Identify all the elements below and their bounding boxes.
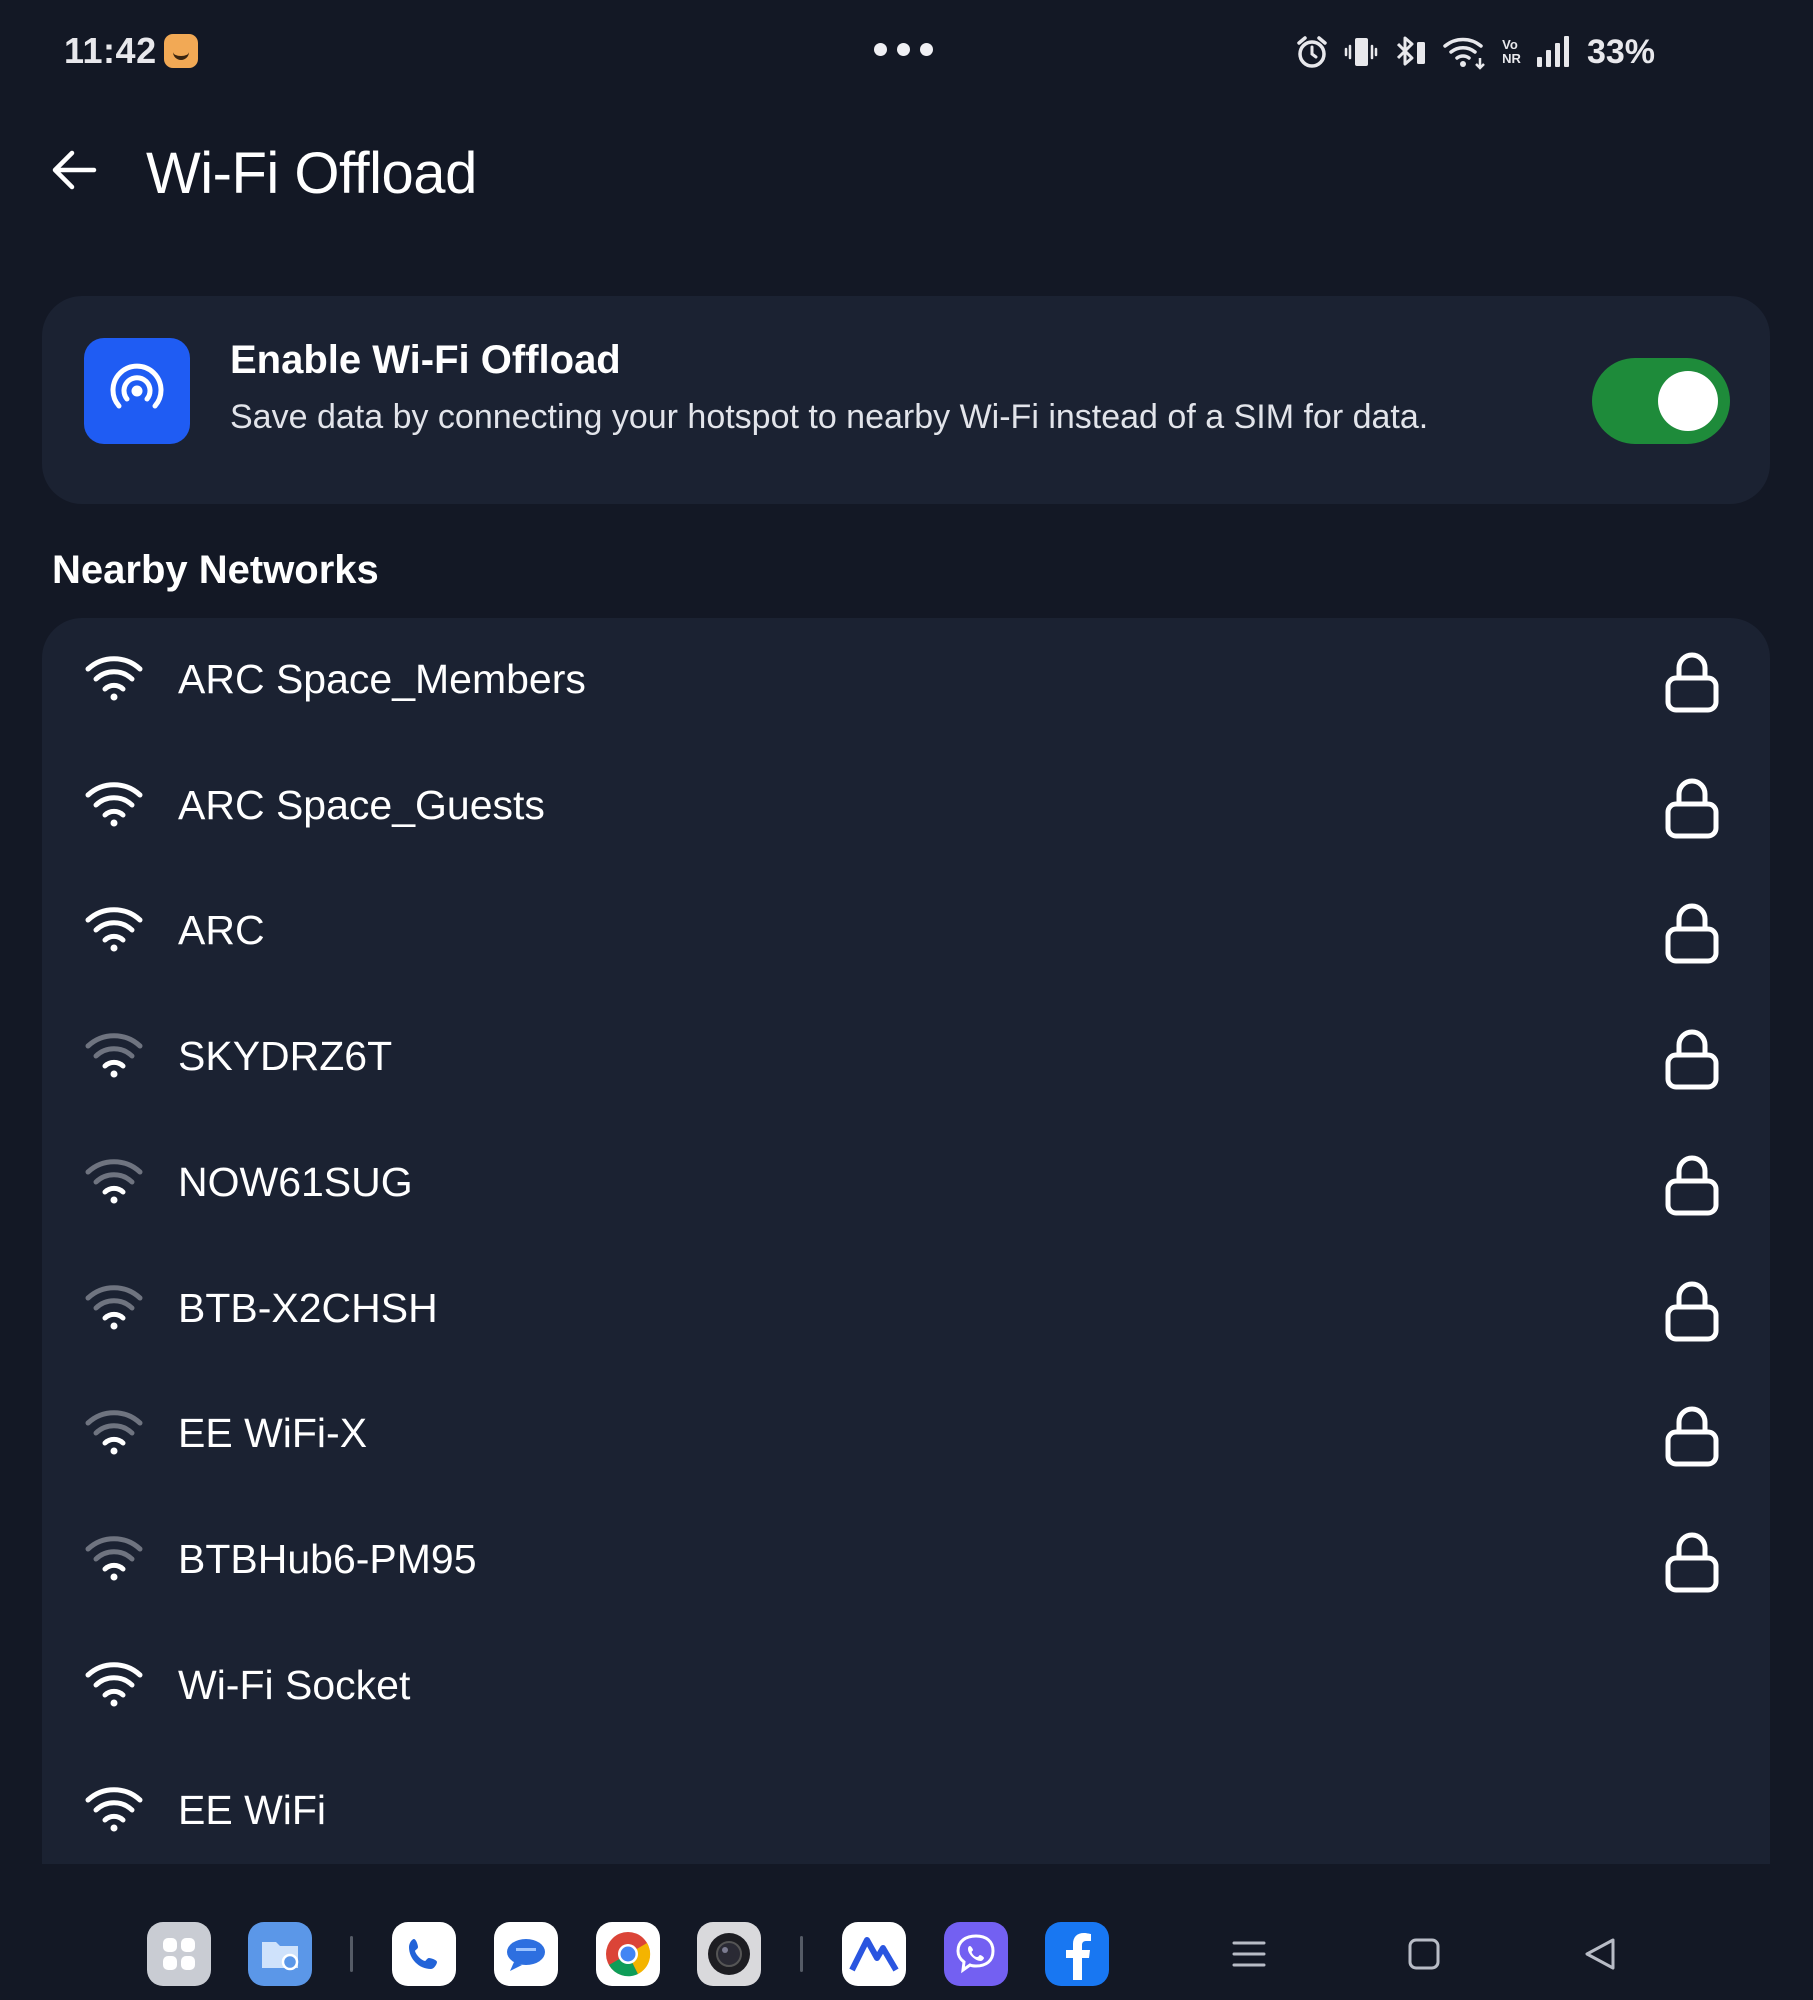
- wifi-weak-icon: [84, 1406, 144, 1456]
- bluetooth-battery-icon: [1392, 34, 1428, 70]
- enable-description: Save data by connecting your hotspot to …: [230, 398, 1429, 436]
- notification-app-icon: [164, 34, 198, 68]
- wifi-weak-icon: [84, 1281, 144, 1331]
- back-button[interactable]: [44, 140, 104, 200]
- network-row[interactable]: BTBHub6-PM95: [42, 1498, 1770, 1624]
- recents-icon[interactable]: [1225, 1930, 1273, 1978]
- lock-icon: [1664, 650, 1720, 714]
- network-name: ARC: [178, 907, 265, 954]
- wifi-strong-icon: [84, 1658, 144, 1708]
- status-time: 11:42: [64, 30, 157, 71]
- facebook-icon[interactable]: [1045, 1922, 1109, 1986]
- more-notifications-icon: [874, 43, 933, 56]
- app-drawer-icon[interactable]: [147, 1922, 211, 1986]
- camera-icon[interactable]: [697, 1922, 761, 1986]
- network-row[interactable]: BTB-X2CHSH: [42, 1247, 1770, 1373]
- arrow-left-icon: [52, 150, 97, 190]
- wifi-strong-icon: [84, 778, 144, 828]
- network-name: BTBHub6-PM95: [178, 1535, 477, 1582]
- page-title: Wi-Fi Offload: [146, 141, 477, 206]
- status-icons: Vo NR 33%: [1294, 30, 1655, 74]
- network-row[interactable]: Wi-Fi Socket: [42, 1624, 1770, 1750]
- viber-icon[interactable]: [944, 1922, 1008, 1986]
- lock-icon: [1664, 1153, 1720, 1217]
- network-row[interactable]: EE WiFi-X: [42, 1372, 1770, 1498]
- network-row[interactable]: ARC Space_Guests: [42, 744, 1770, 870]
- dock-divider: [350, 1936, 353, 1972]
- status-bar: 11:42 Vo NR 33%: [0, 0, 1813, 100]
- wifi-status-icon: [1442, 34, 1488, 70]
- network-name: EE WiFi-X: [178, 1410, 368, 1457]
- lock-icon: [1664, 901, 1720, 965]
- vibrate-icon: [1344, 34, 1378, 70]
- navigation-bar: [0, 1906, 1813, 2000]
- app-header: Wi-Fi Offload: [0, 120, 1813, 230]
- network-row[interactable]: SKYDRZ6T: [42, 995, 1770, 1121]
- nord-icon[interactable]: [842, 1922, 906, 1986]
- home-icon[interactable]: [1400, 1930, 1448, 1978]
- battery-percent: 33%: [1586, 32, 1655, 71]
- network-name: EE WiFi: [178, 1787, 327, 1834]
- enable-wifi-offload-toggle[interactable]: [1592, 358, 1730, 444]
- toggle-knob: [1658, 371, 1718, 431]
- lock-icon: [1664, 1279, 1720, 1343]
- hotspot-icon: [84, 338, 190, 444]
- wifi-weak-icon: [84, 1029, 144, 1079]
- alarm-icon: [1294, 34, 1330, 70]
- lock-icon: [1664, 1404, 1720, 1468]
- cellular-signal-icon: [1535, 35, 1573, 69]
- back-icon[interactable]: [1576, 1930, 1624, 1978]
- network-name: ARC Space_Members: [178, 656, 586, 702]
- network-name: SKYDRZ6T: [178, 1033, 393, 1080]
- wifi-strong-icon: [84, 652, 144, 702]
- lock-icon: [1664, 1027, 1720, 1091]
- files-icon[interactable]: [248, 1922, 312, 1986]
- lock-icon: [1664, 776, 1720, 840]
- enable-title: Enable Wi-Fi Offload: [230, 338, 621, 382]
- network-name: BTB-X2CHSH: [178, 1284, 438, 1331]
- enable-wifi-offload-card[interactable]: Enable Wi-Fi Offload Save data by connec…: [42, 296, 1770, 504]
- lock-icon: [1664, 1530, 1720, 1594]
- wifi-weak-icon: [84, 1155, 144, 1205]
- network-row[interactable]: ARC: [42, 869, 1770, 995]
- phone-icon[interactable]: [392, 1922, 456, 1986]
- network-name: NOW61SUG: [178, 1158, 413, 1205]
- messages-icon[interactable]: [494, 1922, 558, 1986]
- wifi-strong-icon: [84, 903, 144, 953]
- wifi-strong-icon: [84, 1783, 144, 1833]
- network-name: ARC Space_Guests: [178, 781, 545, 828]
- network-name: Wi-Fi Socket: [178, 1661, 411, 1708]
- volte-icon: Vo NR: [1502, 37, 1521, 66]
- chrome-icon[interactable]: [596, 1922, 660, 1986]
- nearby-networks-heading: Nearby Networks: [52, 548, 379, 592]
- wifi-weak-icon: [84, 1532, 144, 1582]
- network-row[interactable]: NOW61SUG: [42, 1121, 1770, 1247]
- network-row[interactable]: ARC Space_Members: [42, 618, 1770, 744]
- nearby-networks-list: ARC Space_Members ARC Space_Guests ARC SKYD…: [42, 618, 1770, 1864]
- network-row[interactable]: EE WiFi: [42, 1749, 1770, 1864]
- dock-divider: [800, 1936, 803, 1972]
